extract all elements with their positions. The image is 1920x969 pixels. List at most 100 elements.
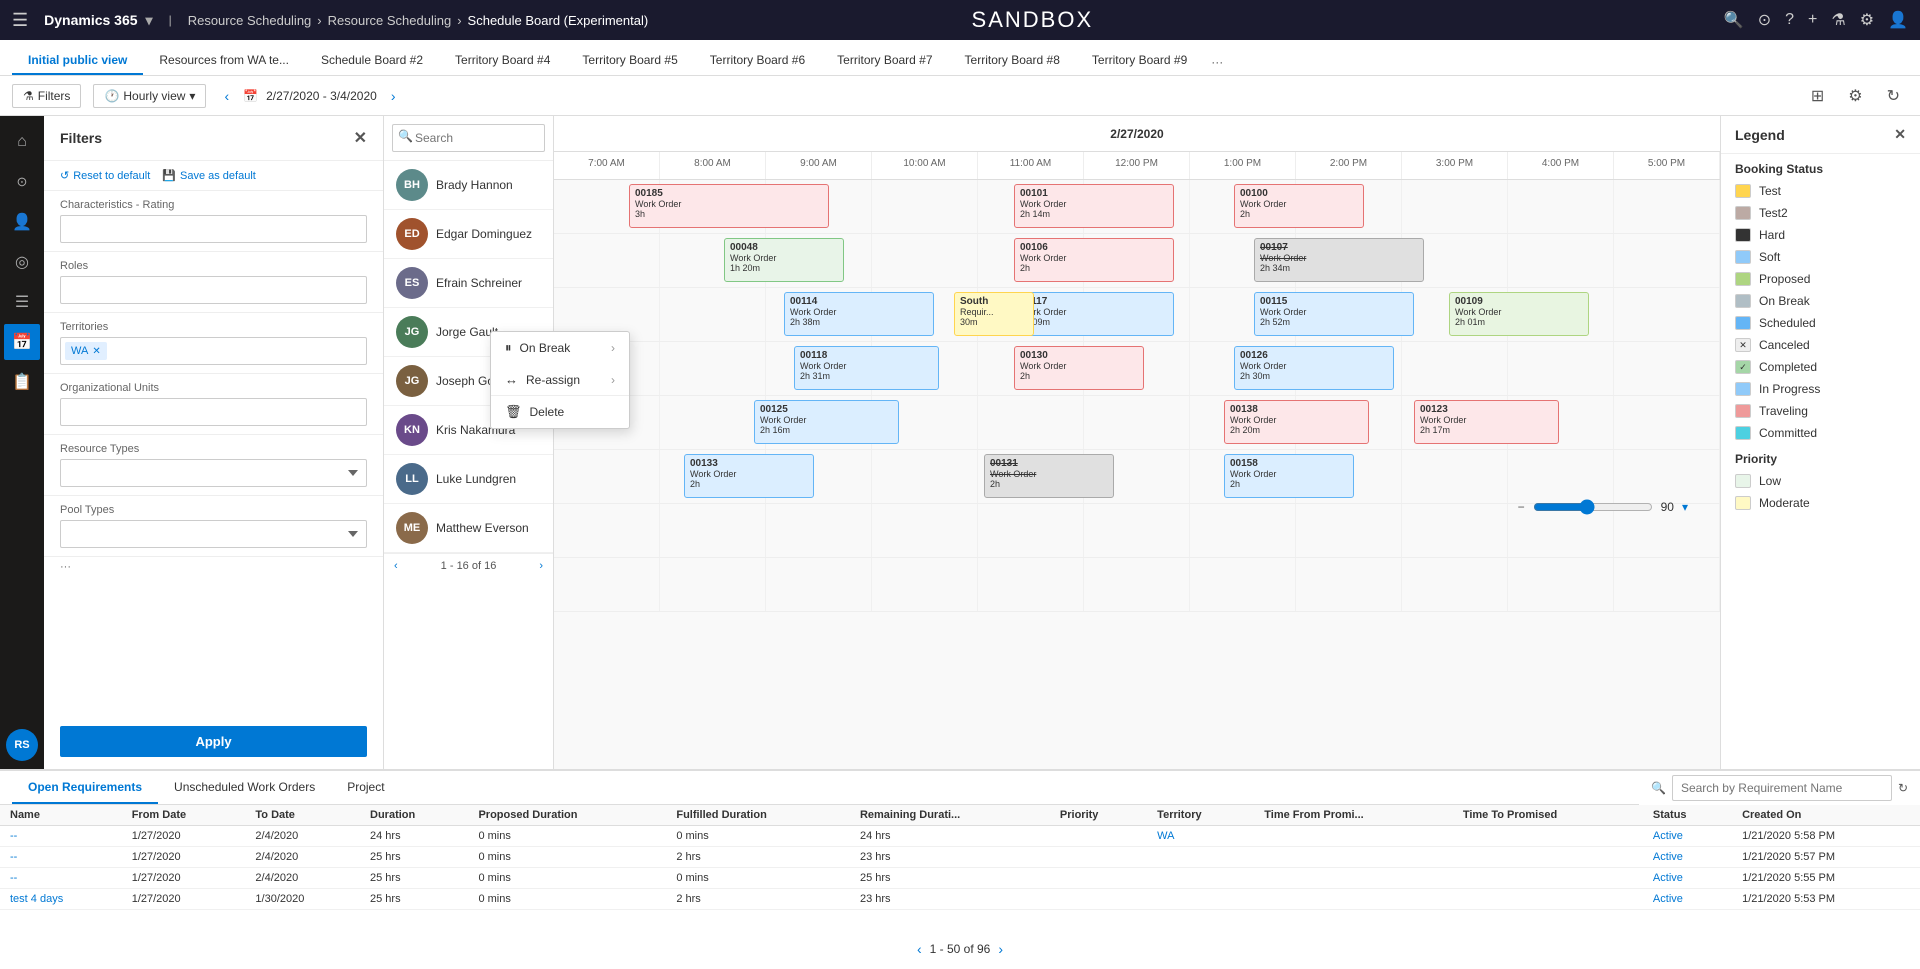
board-cell[interactable] [660,504,766,557]
user-badge[interactable]: RS [6,729,38,761]
tab-schedule-board-2[interactable]: Schedule Board #2 [305,47,439,75]
board-cell[interactable] [1614,288,1720,341]
collapse-icon[interactable]: ▾ [1682,500,1688,514]
tab-more[interactable]: ··· [1203,49,1231,75]
resource-item-0[interactable]: BHBrady Hannon [384,161,553,210]
board-cell[interactable] [978,558,1084,611]
board-cell[interactable] [1190,558,1296,611]
board-cell[interactable] [1296,558,1402,611]
board-cell[interactable] [660,288,766,341]
bottom-search-icon[interactable]: 🔍 [1651,781,1666,795]
board-cell[interactable] [1614,342,1720,395]
board-cell[interactable] [872,450,978,503]
status-link[interactable]: Active [1653,830,1683,842]
resource-item-1[interactable]: EDEdgar Dominguez [384,210,553,259]
org-units-input[interactable] [60,398,367,426]
zoom-slider[interactable] [1533,499,1653,515]
prev-page-arrow[interactable]: ‹ [917,941,922,957]
legend-close-icon[interactable]: ✕ [1894,126,1906,143]
context-menu-on-break[interactable]: ⏸ On Break › [554,332,629,364]
prev-date-arrow[interactable]: ‹ [218,86,235,106]
nav-calendar[interactable]: 📅 [4,324,40,360]
south-requirement-block[interactable]: SouthRequir...30m [954,292,1034,336]
resource-item-7[interactable]: MEMatthew Everson [384,504,553,553]
board-view-icon[interactable]: ⊞ [1803,82,1832,110]
row-name-link[interactable]: -- [10,830,17,842]
pool-types-select[interactable] [60,520,367,548]
status-link[interactable]: Active [1653,851,1683,863]
settings-board-icon[interactable]: ⚙ [1840,82,1870,110]
work-order-block[interactable]: 00126Work Order2h 30m [1234,346,1394,390]
board-cell[interactable] [554,450,660,503]
work-order-block[interactable]: 00109Work Order2h 01m [1449,292,1589,336]
prev-resource-icon[interactable]: ‹ [394,560,398,572]
work-order-block[interactable]: 00101Work Order2h 14m [1014,184,1174,228]
row-name-link[interactable]: -- [10,851,17,863]
resource-search-input[interactable] [392,124,545,152]
board-cell[interactable] [1508,558,1614,611]
tab-territory-4[interactable]: Territory Board #4 [439,47,566,75]
board-cell[interactable] [1296,504,1402,557]
filters-button[interactable]: ⚗ Filters [12,84,81,108]
row-name-link[interactable]: -- [10,872,17,884]
work-order-block[interactable]: 00131Work Order2h [984,454,1114,498]
brand-dropdown-icon[interactable]: ▾ [146,12,153,29]
next-date-arrow[interactable]: › [385,86,402,106]
work-order-block[interactable]: 00106Work Order2h [1014,238,1174,282]
board-cell[interactable] [1508,450,1614,503]
work-order-block[interactable]: 00185Work Order3h [629,184,829,228]
work-order-block[interactable]: 00118Work Order2h 31m [794,346,939,390]
characteristics-input[interactable] [60,215,367,243]
apply-button[interactable]: Apply [60,726,367,757]
board-cell[interactable] [872,504,978,557]
reset-to-default-button[interactable]: ↺ Reset to default [60,169,150,182]
bottom-tab-0[interactable]: Open Requirements [12,772,158,804]
board-cell[interactable] [1402,504,1508,557]
nav-notes[interactable]: 📋 [4,364,40,400]
tab-territory-5[interactable]: Territory Board #5 [566,47,693,75]
board-cell[interactable] [1614,234,1720,287]
work-order-block[interactable]: 00114Work Order2h 38m [784,292,934,336]
tab-initial-public-view[interactable]: Initial public view [12,47,143,75]
context-menu-delete[interactable]: 🗑 Delete [554,396,629,428]
remove-tag-icon[interactable]: ✕ [92,346,100,357]
tab-territory-7[interactable]: Territory Board #7 [821,47,948,75]
tab-territory-8[interactable]: Territory Board #8 [949,47,1076,75]
board-cell[interactable] [1084,396,1190,449]
nav-list[interactable]: ☰ [4,284,40,320]
board-cell[interactable] [554,504,660,557]
work-order-block[interactable]: 00107Work Order2h 34m [1254,238,1424,282]
hamburger-icon[interactable]: ☰ [12,10,28,31]
board-cell[interactable] [1402,342,1508,395]
bottom-tab-2[interactable]: Project [331,772,400,804]
status-link[interactable]: Active [1653,872,1683,884]
board-cell[interactable] [1508,180,1614,233]
board-cell[interactable] [1508,342,1614,395]
board-cell[interactable] [1190,504,1296,557]
board-cell[interactable] [660,396,766,449]
work-order-block[interactable]: 00117Work Order2h 09m [1014,292,1174,336]
board-cell[interactable] [872,180,978,233]
save-as-default-button[interactable]: 💾 Save as default [162,169,256,182]
board-cell[interactable] [554,234,660,287]
tab-territory-9[interactable]: Territory Board #9 [1076,47,1203,75]
context-menu-reassign[interactable]: ↔ Re-assign › [554,364,629,395]
roles-input[interactable] [60,276,367,304]
user-icon[interactable]: 👤 [1888,10,1908,30]
board-cell[interactable] [872,234,978,287]
tab-territory-6[interactable]: Territory Board #6 [694,47,821,75]
board-cell[interactable] [1614,558,1720,611]
work-order-block[interactable]: 00123Work Order2h 17m [1414,400,1559,444]
board-cell[interactable] [1402,180,1508,233]
board-cell[interactable] [766,504,872,557]
board-cell[interactable] [660,558,766,611]
nav-people[interactable]: 👤 [4,204,40,240]
tab-resources-wa[interactable]: Resources from WA te... [143,47,305,75]
nav-home[interactable]: ⌂ [4,124,40,160]
work-order-block[interactable]: 00133Work Order2h [684,454,814,498]
next-page-arrow[interactable]: › [998,941,1003,957]
requirement-search-input[interactable] [1672,775,1892,801]
help-icon[interactable]: ? [1785,11,1794,29]
board-cell[interactable] [978,504,1084,557]
board-cell[interactable] [660,342,766,395]
